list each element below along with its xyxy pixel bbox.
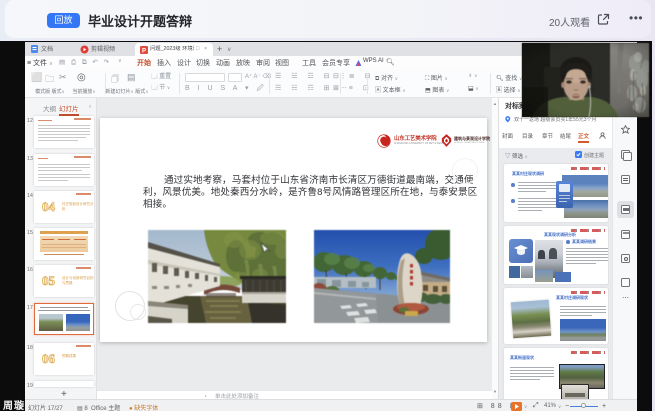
svg-text:P: P (142, 48, 146, 54)
